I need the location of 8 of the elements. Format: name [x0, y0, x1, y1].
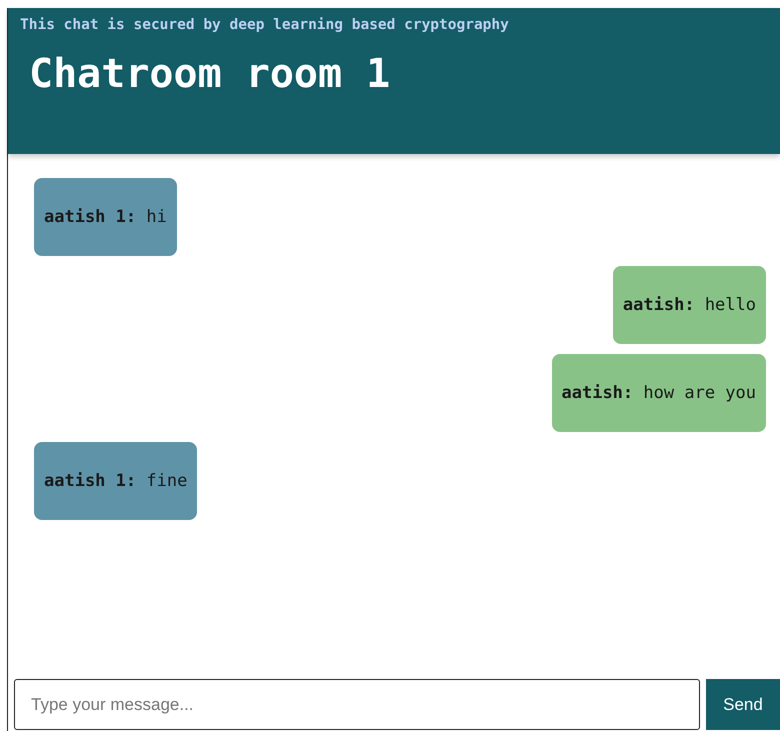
message-input[interactable]: Type your message... — [14, 679, 700, 730]
message-bubble: aatish: how are you — [552, 354, 766, 432]
send-button[interactable]: Send — [706, 679, 780, 730]
message-bubble: aatish: hello — [612, 266, 766, 344]
chatroom-title: Chatroom room 1 — [29, 51, 392, 97]
security-notice: This chat is secured by deep learning based cryptography — [20, 17, 510, 33]
message-bubble: aatish 1: fine — [34, 442, 198, 520]
message-bubble: aatish 1: hi — [34, 178, 177, 256]
